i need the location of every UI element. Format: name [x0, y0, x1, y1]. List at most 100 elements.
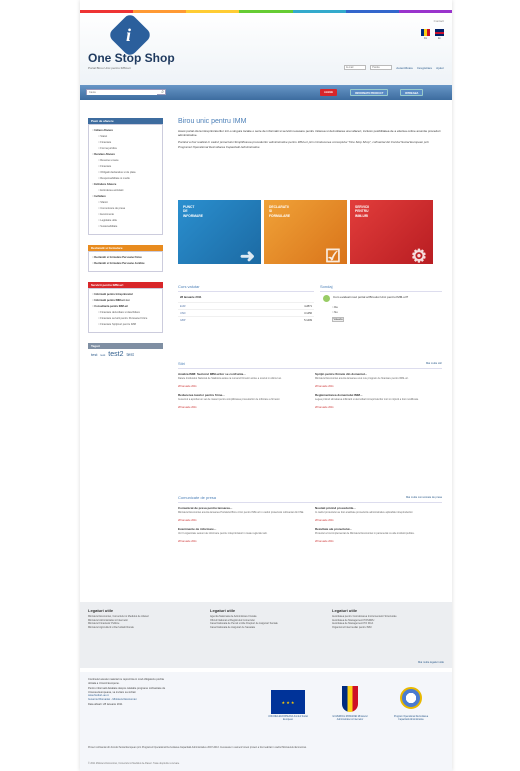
menu-item[interactable]: Sustenabilitate — [92, 224, 159, 230]
tag-link[interactable]: test — [91, 352, 97, 357]
page-title: Birou unic pentru IMM — [178, 118, 247, 125]
login-link[interactable]: Autentificare — [396, 66, 413, 70]
news-item-title[interactable]: Reducerea taxelor pentru firme... — [178, 393, 305, 397]
tag-link[interactable]: test — [126, 352, 133, 357]
news-item-title[interactable]: Sprijin pentru firmele din domeniul... — [315, 372, 442, 376]
news-item-title[interactable]: Analiza IMM: Sectorul IMM-urilor se conf… — [178, 372, 305, 376]
vote-button[interactable]: Voteaza — [332, 317, 344, 322]
eu-flag-icon[interactable]: ★ ★ ★ — [271, 690, 305, 714]
checklist-icon: ☑ — [324, 245, 341, 266]
tile-label: DECLARATII SI FORMULARE — [269, 205, 291, 218]
steps-menu: Initiere Afacere Statut Finantare Forma … — [88, 124, 163, 235]
tile-punct-informare[interactable]: PUNCT DE INFORMARE ➜ — [178, 200, 261, 265]
footer-date: Data afisarii: 28 Ianuarie 2011 — [88, 703, 123, 706]
site-tagline: Portal Birou Unic pentru IMM-uri — [88, 66, 131, 70]
currency-code: GBP — [180, 318, 186, 322]
press-item[interactable]: Comunicat de presa pentru lansarea... Min… — [178, 506, 305, 522]
links-column: Legaturi utile Ministerul Economiei, Com… — [88, 608, 200, 629]
tag-link[interactable]: test — [100, 353, 105, 357]
news-item-title[interactable]: Reglementarea domeniului IMM... — [315, 393, 442, 397]
project-text: Portalul a fost realizat in cadrul proie… — [178, 140, 429, 149]
links-column: Legaturi utile Autoritatea pentru Coordo… — [332, 608, 444, 629]
press-item[interactable]: Evenimente de informare... Vor fi organiz… — [178, 527, 305, 543]
press-item-date: 28 Ianuarie 2011 — [178, 540, 197, 543]
press-item-title[interactable]: Noutati privind procedurile... — [315, 506, 442, 510]
footer-info: Continutul acestui material nu reprezint… — [88, 678, 168, 707]
services-icon: ⚙ — [410, 245, 427, 266]
lang-en[interactable]: En — [435, 29, 444, 40]
copyright: © 2011 Ministerul Economiei, Comertului … — [88, 763, 180, 765]
poll-option[interactable]: ○ Nu — [320, 310, 442, 315]
press-item[interactable]: Rezultate ale proiectului... Proiectul a … — [315, 527, 442, 543]
lang-en-label: En — [437, 37, 442, 40]
email-field[interactable] — [344, 65, 367, 70]
useful-link[interactable]: Casa Nationala de Asigurari de Sanatate — [210, 626, 322, 630]
useful-links: Legaturi utile Ministerul Economiei, Com… — [80, 602, 452, 668]
news-item-date: 28 Ianuarie 2011 — [178, 385, 197, 388]
menu-item[interactable]: Finantare Sprijinuri pentru IMM — [92, 322, 159, 328]
news-item-body: Datele Institutului National de Statisti… — [178, 377, 282, 380]
eu-caption: UNIUNEA EUROPEANA Fondul Social European — [268, 716, 308, 721]
poll-option-label: Nu — [334, 311, 338, 314]
tile-servicii[interactable]: SERVICII PENTRU IMM-URI ⚙ — [350, 200, 433, 266]
program-logo-icon[interactable] — [400, 687, 422, 709]
services-menu: Informatii pentru Intreprinzatori Inform… — [88, 288, 163, 333]
nav-button-alege[interactable]: ALEGE — [320, 89, 337, 96]
poll-question-text: Cum evaluati noul portal al Biroului Uni… — [333, 295, 409, 299]
links-heading: Legaturi utile — [88, 608, 114, 613]
gov-link[interactable]: Guvernul Romaniei - Ministerul Economiei — [88, 698, 168, 702]
rate-row: GBP 5.1409 — [178, 316, 314, 323]
news-item[interactable]: Reglementarea domeniului IMM... Legea pri… — [315, 393, 442, 409]
useful-link[interactable]: Organismul Intermediar pentru IMM — [332, 626, 444, 630]
contact-link[interactable]: Contact — [434, 19, 444, 23]
more-links-link[interactable]: Mai multe legaturi utile — [418, 661, 444, 664]
news-item[interactable]: Sprijin pentru firmele din domeniul... Mi… — [315, 372, 442, 388]
password-field[interactable] — [370, 65, 393, 70]
section-title: Curs valutar — [178, 284, 314, 292]
press-item-body: In cadrul proiectului au fost analizate … — [315, 511, 414, 514]
register-link[interactable]: Inregistrare — [417, 66, 432, 70]
footer-text: Continutul acestui material nu reprezint… — [88, 678, 164, 685]
lang-ro-label: Ro — [423, 37, 428, 40]
currency-code: USD — [180, 311, 186, 315]
feature-tiles: PUNCT DE INFORMARE ➜ DECLARATII SI FORMU… — [178, 200, 442, 266]
more-news-link[interactable]: Mai multe stiri — [426, 362, 442, 365]
tag-link[interactable]: test2 — [108, 351, 123, 358]
poll: Sondaj Cum evaluati noul portal al Birou… — [320, 284, 442, 324]
info-icon: i — [126, 25, 132, 45]
rate-row: USD 3.1456 — [178, 309, 314, 316]
nav-button-info[interactable]: INFORMATII PRODUCT — [350, 89, 389, 96]
rates-date: 28 Ianuarie 2011 — [180, 295, 202, 299]
nav-button-intreaba[interactable]: INTREABA — [400, 89, 424, 96]
press-item-date: 28 Ianuarie 2011 — [315, 519, 334, 522]
tile-declaratii[interactable]: DECLARATII SI FORMULARE ☑ — [264, 200, 347, 266]
press-item-title[interactable]: Comunicat de presa pentru lansarea... — [178, 506, 305, 510]
rate-row: EUR 4.2871 — [178, 302, 314, 309]
news-item-body: Guvernul a aprobat un set de masuri pent… — [178, 398, 281, 401]
news-item[interactable]: Reducerea taxelor pentru firme... Guvernu… — [178, 393, 305, 409]
search-icon[interactable]: ⌕ — [161, 90, 164, 95]
press-item-date: 28 Ianuarie 2011 — [315, 540, 334, 543]
lang-ro[interactable]: Ro — [421, 29, 430, 40]
press-item-title[interactable]: Evenimente de informare... — [178, 527, 305, 531]
links-columns: Legaturi utile Ministerul Economiei, Com… — [88, 608, 444, 629]
menu-item[interactable]: Declaratii si formulare Persoane Juridic… — [92, 261, 159, 267]
news-item[interactable]: Analiza IMM: Sectorul IMM-urilor se conf… — [178, 372, 305, 388]
gov-caption: GUVERNUL ROMANIEI Ministerul Administrat… — [332, 716, 368, 721]
press-item[interactable]: Noutati privind procedurile... In cadrul … — [315, 506, 442, 522]
press-title: Comunicate de presa — [178, 495, 217, 500]
news-grid: Analiza IMM: Sectorul IMM-urilor se conf… — [178, 372, 442, 409]
help-link[interactable]: Ajutor — [436, 66, 444, 70]
news-item-date: 28 Ianuarie 2011 — [178, 406, 197, 409]
sidebar: Pasii de afacere Initiere Afacere Statut… — [88, 118, 163, 360]
site-logo-text[interactable]: One Stop Shop — [88, 51, 175, 65]
poll-option-label: Da — [334, 306, 338, 309]
more-press-link[interactable]: Mai multe comunicate de presa — [406, 496, 442, 499]
romania-coat-of-arms-icon[interactable] — [342, 686, 358, 712]
press-item-title[interactable]: Rezultate ale proiectului... — [315, 527, 442, 531]
press-item-body: Proiectul a fost implementat de Minister… — [315, 532, 415, 535]
search-input[interactable] — [87, 90, 157, 95]
useful-link[interactable]: Ministerul Agriculturii si Dezvoltarii R… — [88, 626, 200, 630]
search-box: ⌕ — [86, 89, 166, 95]
site-footer: Continutul acestui material nu reprezint… — [80, 672, 452, 771]
